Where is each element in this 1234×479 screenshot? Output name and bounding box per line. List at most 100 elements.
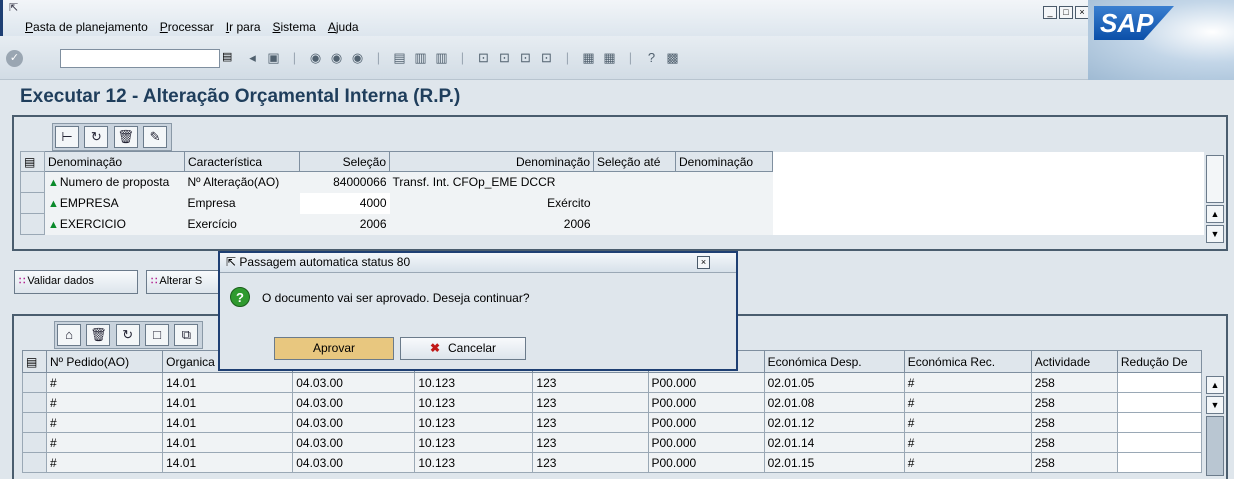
select-all-icon[interactable]: ▤	[21, 350, 48, 373]
row-selector[interactable]	[20, 192, 45, 214]
col-actividade[interactable]: Actividade	[1030, 350, 1118, 373]
copy-icon[interactable]: ⧉	[174, 324, 199, 346]
table-cell[interactable]: 02.01.05	[763, 372, 905, 393]
shortcut-icon[interactable]: ▦	[601, 50, 618, 66]
table-cell[interactable]: 04.03.00	[292, 392, 416, 413]
table-cell[interactable]: P00.000	[647, 392, 765, 413]
table-cell[interactable]: 14.01	[162, 432, 294, 453]
row-selector[interactable]	[21, 372, 48, 393]
refresh-icon[interactable]: ↻	[115, 324, 140, 346]
maximize-icon[interactable]: □	[1059, 6, 1073, 19]
table-cell[interactable]: 14.01	[162, 372, 294, 393]
table-cell[interactable]: 14.01	[162, 392, 294, 413]
table-cell[interactable]: P00.000	[647, 412, 765, 433]
cell-selecao-ate[interactable]	[593, 171, 676, 193]
exit-icon[interactable]: ◉	[328, 50, 345, 66]
row-selector[interactable]	[21, 432, 48, 453]
col-denominacao[interactable]: Denominação	[44, 151, 185, 172]
table-cell[interactable]: 10.123	[414, 452, 534, 473]
scroll-down-icon[interactable]: ▼	[1206, 396, 1224, 414]
cell-selecao-ate[interactable]	[593, 213, 676, 235]
table-cell[interactable]: #	[46, 392, 164, 413]
col-selecao[interactable]: Seleção	[299, 151, 390, 172]
cell-selecao-ate[interactable]	[593, 192, 676, 214]
table-cell[interactable]: 02.01.12	[763, 412, 905, 433]
table-cell[interactable]: #	[903, 412, 1032, 433]
table-cell-input[interactable]	[1116, 432, 1203, 453]
table-cell[interactable]: 123	[532, 432, 649, 453]
table-cell[interactable]: #	[903, 372, 1032, 393]
table-cell-input[interactable]	[1116, 412, 1203, 433]
col-denominacao-2[interactable]: Denominação	[389, 151, 594, 172]
new-session-icon[interactable]: ▦	[580, 50, 597, 66]
scroll-down-icon[interactable]: ▼	[1206, 225, 1224, 243]
col-economica-rec[interactable]: Económica Rec.	[903, 350, 1032, 373]
close-icon[interactable]: ×	[697, 256, 710, 269]
menu-ajuda[interactable]: Ajuda	[328, 20, 359, 34]
table-cell[interactable]: 02.01.08	[763, 392, 905, 413]
table-cell[interactable]: 04.03.00	[292, 432, 416, 453]
help-icon[interactable]: ?	[643, 50, 660, 66]
table-cell[interactable]: 14.01	[162, 452, 294, 473]
delete-icon[interactable]: 🗑	[113, 126, 138, 148]
col-denominacao-3[interactable]: Denominação	[675, 151, 773, 172]
select-all-icon[interactable]: ▤	[20, 151, 45, 172]
scroll-thumb[interactable]	[1206, 155, 1224, 203]
cell-selecao[interactable]: 4000	[299, 192, 390, 214]
menu-sistema[interactable]: Sistema	[273, 20, 316, 34]
details-icon[interactable]: ⌂	[57, 324, 81, 346]
table-cell-input[interactable]	[1116, 392, 1203, 413]
col-reducao[interactable]: Redução De	[1116, 350, 1203, 373]
table-cell[interactable]: 04.03.00	[292, 412, 416, 433]
table-cell[interactable]: 02.01.15	[763, 452, 905, 473]
hierarchy-icon[interactable]: ⊢	[55, 126, 79, 148]
menu-ir-para[interactable]: Ir para	[226, 20, 261, 34]
table-cell[interactable]: #	[903, 432, 1032, 453]
table-cell[interactable]: #	[46, 372, 164, 393]
back-arrow-icon[interactable]: ◂	[244, 50, 261, 66]
table-cell[interactable]: P00.000	[647, 432, 765, 453]
table-cell[interactable]: 258	[1030, 392, 1118, 413]
cancel-button[interactable]: ✖ Cancelar	[400, 337, 526, 360]
table-cell[interactable]: 123	[532, 392, 649, 413]
row-selector[interactable]	[21, 412, 48, 433]
find-icon[interactable]: ▥	[412, 50, 429, 66]
menu-pasta-planejamento[interactable]: Pasta de planejamento	[25, 20, 148, 34]
table-cell[interactable]: 10.123	[414, 432, 534, 453]
find-next-icon[interactable]: ▥	[433, 50, 450, 66]
col-pedido[interactable]: Nº Pedido(AO)	[46, 350, 164, 373]
first-page-icon[interactable]: ⊡	[475, 50, 492, 66]
table-cell[interactable]: #	[903, 392, 1032, 413]
command-field[interactable]	[60, 49, 220, 68]
table-cell[interactable]: 258	[1030, 412, 1118, 433]
table-cell[interactable]: #	[46, 432, 164, 453]
row-selector[interactable]	[20, 171, 45, 193]
table-cell[interactable]: 123	[532, 412, 649, 433]
table-cell[interactable]: #	[903, 452, 1032, 473]
back-icon[interactable]: ◉	[307, 50, 324, 66]
validate-data-button[interactable]: ∷ Validar dados	[14, 270, 138, 294]
refresh-icon[interactable]: ↻	[84, 126, 109, 148]
table-cell[interactable]: P00.000	[647, 452, 765, 473]
cell-selecao[interactable]: 84000066	[299, 171, 390, 193]
menu-processar[interactable]: Processar	[160, 20, 214, 34]
col-caracteristica[interactable]: Característica	[184, 151, 300, 172]
table-cell[interactable]: 04.03.00	[292, 372, 416, 393]
print-icon[interactable]: ▤	[391, 50, 408, 66]
command-history-icon[interactable]: ▤	[222, 50, 232, 63]
table-cell[interactable]: 14.01	[162, 412, 294, 433]
alter-status-button[interactable]: ∷ Alterar S	[146, 270, 220, 294]
cancel-icon[interactable]: ◉	[349, 50, 366, 66]
cell-selecao[interactable]: 2006	[299, 213, 390, 235]
table-cell[interactable]: #	[46, 452, 164, 473]
table-cell[interactable]: 258	[1030, 372, 1118, 393]
selection-scrollbar[interactable]: ▲ ▼	[1206, 155, 1224, 245]
table-cell[interactable]: 258	[1030, 432, 1118, 453]
col-selecao-ate[interactable]: Seleção até	[593, 151, 676, 172]
items-scrollbar[interactable]: ▲ ▼	[1206, 376, 1224, 478]
table-cell[interactable]: 123	[532, 372, 649, 393]
table-cell[interactable]: 10.123	[414, 392, 534, 413]
table-cell[interactable]: 10.123	[414, 372, 534, 393]
table-cell[interactable]: P00.000	[647, 372, 765, 393]
table-cell[interactable]: 123	[532, 452, 649, 473]
